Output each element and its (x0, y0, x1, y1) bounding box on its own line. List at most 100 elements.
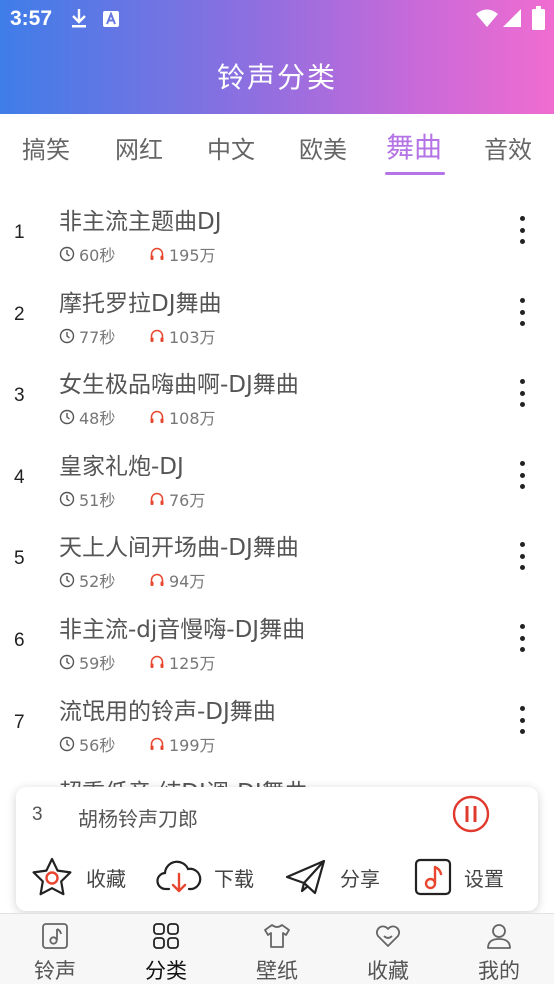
wifi-icon (476, 9, 498, 27)
favorite-label: 收藏 (86, 866, 126, 891)
status-bar: 3:57 (0, 0, 554, 38)
more-options-button[interactable] (508, 294, 536, 330)
category-tabs: 搞笑 网红 中文 欧美 舞曲 音效 (0, 114, 554, 178)
signal-icon (503, 9, 521, 27)
clock-icon (59, 736, 75, 752)
bottom-navigation: 铃声 分类 壁纸 收藏 我的 (0, 913, 554, 984)
tab-chinese[interactable]: 中文 (207, 130, 255, 165)
nav-wallpapers[interactable]: 壁纸 (222, 914, 332, 984)
page-title: 铃声分类 (216, 61, 337, 94)
nav-wallpapers-label: 壁纸 (256, 959, 298, 983)
tab-sound-effects[interactable]: 音效 (484, 130, 532, 165)
active-tab-underline (385, 172, 445, 175)
set-ringtone-button[interactable]: 设置 (414, 855, 504, 899)
item-title: 皇家礼炮-DJ (59, 454, 184, 480)
heart-icon (376, 925, 400, 947)
headphones-icon (150, 329, 164, 342)
headphones-icon (150, 655, 164, 668)
grid-icon (153, 923, 179, 949)
item-meta: 51秒 76万 (59, 487, 205, 511)
item-meta: 59秒 125万 (59, 650, 216, 674)
music-settings-icon (414, 858, 452, 896)
item-number: 1 (14, 222, 25, 243)
download-status-icon (72, 9, 86, 28)
item-meta: 52秒 94万 (59, 568, 205, 592)
item-number: 4 (14, 467, 25, 488)
nav-categories[interactable]: 分类 (111, 914, 221, 984)
item-plays: 125万 (169, 654, 216, 673)
set-ringtone-label: 设置 (464, 866, 504, 891)
clock-icon (59, 491, 75, 507)
item-meta: 60秒 195万 (59, 242, 216, 266)
item-number: 2 (14, 304, 25, 325)
item-title: 流氓用的铃声-DJ舞曲 (59, 699, 276, 725)
pause-button[interactable] (452, 795, 490, 833)
item-plays: 103万 (169, 328, 216, 347)
tab-funny[interactable]: 搞笑 (22, 130, 70, 165)
favorite-button[interactable]: 收藏 (30, 855, 126, 899)
more-options-button[interactable] (508, 702, 536, 738)
item-title: 非主流主题曲DJ (59, 209, 222, 235)
item-plays: 108万 (169, 409, 216, 428)
nav-profile-label: 我的 (478, 959, 520, 983)
item-number: 6 (14, 630, 25, 651)
more-options-button[interactable] (508, 375, 536, 411)
share-label: 分享 (340, 866, 380, 891)
clock-icon (59, 328, 75, 344)
notification-a-icon (103, 11, 119, 27)
headphones-icon (150, 492, 164, 505)
nav-ringtones[interactable]: 铃声 (0, 914, 110, 984)
item-duration: 56秒 (79, 736, 116, 755)
download-label: 下载 (214, 866, 254, 891)
clock-icon (59, 572, 75, 588)
item-meta: 56秒 199万 (59, 732, 216, 756)
item-title: 女生极品嗨曲啊-DJ舞曲 (59, 372, 299, 398)
battery-icon (532, 6, 545, 30)
clock-icon (59, 654, 75, 670)
item-duration: 51秒 (79, 491, 116, 510)
item-plays: 199万 (169, 736, 216, 755)
item-number: 7 (14, 712, 25, 733)
headphones-icon (150, 247, 164, 260)
headphones-icon (150, 410, 164, 423)
tab-western[interactable]: 欧美 (299, 130, 347, 165)
cloud-download-icon (156, 860, 202, 893)
app-header: 3:57 铃声分类 (0, 0, 554, 114)
list-item[interactable]: 2 摩托罗拉DJ舞曲 77秒 103万 (0, 272, 554, 352)
list-item[interactable]: 7 流氓用的铃声-DJ舞曲 56秒 199万 (0, 680, 554, 760)
headphones-icon (150, 573, 164, 586)
nav-favorites-label: 收藏 (367, 959, 409, 983)
more-options-button[interactable] (508, 620, 536, 656)
item-duration: 59秒 (79, 654, 116, 673)
nav-profile[interactable]: 我的 (444, 914, 554, 984)
item-duration: 48秒 (79, 409, 116, 428)
more-options-button[interactable] (508, 538, 536, 574)
clock-icon (59, 409, 75, 425)
music-note-icon (42, 923, 68, 949)
mini-player: 3 胡杨铃声刀郎 收藏 下载 分享 设置 (16, 787, 538, 911)
download-button[interactable]: 下载 (156, 855, 254, 899)
list-item[interactable]: 1 非主流主题曲DJ 60秒 195万 (0, 190, 554, 270)
list-item[interactable]: 6 非主流-dj音慢嗨-DJ舞曲 59秒 125万 (0, 598, 554, 678)
nav-ringtones-label: 铃声 (34, 959, 76, 983)
item-title: 天上人间开场曲-DJ舞曲 (59, 535, 299, 561)
tab-influencer[interactable]: 网红 (115, 130, 163, 165)
star-icon (32, 857, 72, 896)
nav-favorites[interactable]: 收藏 (333, 914, 443, 984)
list-item[interactable]: 3 女生极品嗨曲啊-DJ舞曲 48秒 108万 (0, 353, 554, 433)
item-plays: 94万 (169, 572, 206, 591)
item-duration: 52秒 (79, 572, 116, 591)
share-button[interactable]: 分享 (284, 855, 380, 899)
item-number: 3 (14, 385, 25, 406)
more-options-button[interactable] (508, 457, 536, 493)
more-options-button[interactable] (508, 212, 536, 248)
item-title: 摩托罗拉DJ舞曲 (59, 291, 222, 317)
list-item[interactable]: 5 天上人间开场曲-DJ舞曲 52秒 94万 (0, 516, 554, 596)
tab-dance[interactable]: 舞曲 (386, 126, 442, 166)
paper-plane-icon (285, 859, 326, 895)
item-number: 5 (14, 548, 25, 569)
item-plays: 76万 (169, 491, 206, 510)
shirt-icon (264, 924, 290, 948)
list-item[interactable]: 4 皇家礼炮-DJ 51秒 76万 (0, 435, 554, 515)
item-duration: 60秒 (79, 246, 116, 265)
